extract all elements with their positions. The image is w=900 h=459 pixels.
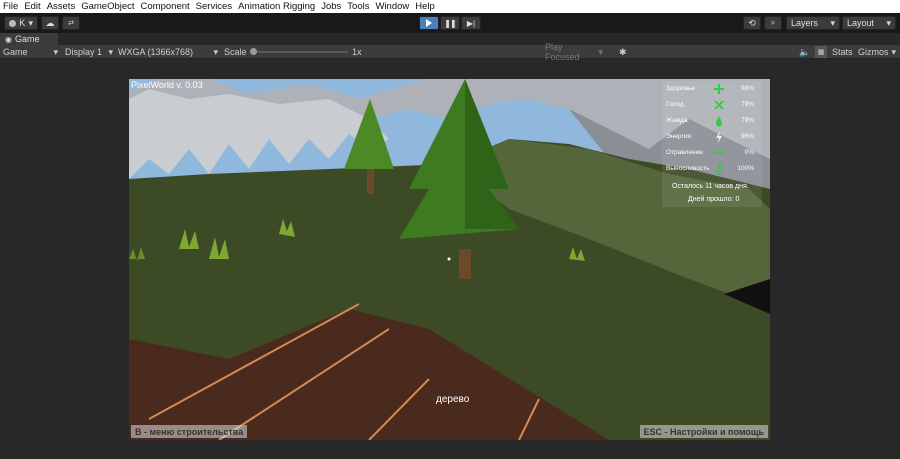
stats-panel: Здоровье 98% Голод 79% Жажда 79% Энергия… — [662, 81, 762, 207]
stat-poison: Отравление 0% — [662, 145, 762, 161]
stat-stamina: Выносливость 100% — [662, 161, 762, 177]
history-button[interactable]: ⟲ — [743, 16, 761, 30]
play-icon — [426, 19, 432, 27]
search-button[interactable]: ⌕ — [764, 16, 782, 30]
menu-component[interactable]: Component — [141, 1, 190, 12]
account-dropdown[interactable]: K ▾ — [4, 16, 38, 30]
grid-icon: ▦ — [817, 49, 825, 56]
account-icon — [9, 19, 16, 27]
menu-edit[interactable]: Edit — [24, 1, 40, 12]
scale-value: 1x — [352, 47, 362, 57]
stat-hunger: Голод 79% — [662, 97, 762, 113]
layout-dropdown[interactable]: Layout ▾ — [842, 16, 896, 30]
game-view-controls: Game ▾ Display 1 ▾ WXGA (1366x768) ▾ Sca… — [0, 42, 900, 62]
pause-icon: ❚❚ — [444, 18, 456, 28]
menu-assets[interactable]: Assets — [47, 1, 76, 12]
search-icon: ⌕ — [770, 18, 776, 27]
menu-help[interactable]: Help — [415, 1, 435, 12]
history-icon: ⟲ — [748, 17, 756, 28]
gizmos-dropdown[interactable]: Gizmos ▾ — [858, 46, 896, 58]
game-version: PixelWorld v. 0.03 — [131, 80, 203, 90]
chevron-down-icon: ▾ — [213, 46, 218, 57]
scale-slider[interactable] — [250, 46, 348, 58]
chevron-down-icon: ▾ — [108, 46, 113, 57]
menu-file[interactable]: File — [3, 1, 18, 12]
stat-health: Здоровье 98% — [662, 81, 762, 97]
display-dropdown[interactable]: Display 1 ▾ — [65, 46, 113, 58]
crossed-utensils-icon — [714, 100, 724, 110]
resolution-dropdown[interactable]: WXGA (1366x768) ▾ — [118, 46, 218, 58]
scale-slider-handle[interactable] — [250, 48, 257, 55]
days-passed: Дней прошло: 0 — [688, 196, 740, 203]
play-button[interactable] — [419, 16, 439, 30]
poison-icon — [713, 151, 725, 155]
grid-toggle[interactable]: ▦ — [815, 46, 827, 58]
layers-dropdown[interactable]: Layers ▾ — [786, 16, 840, 30]
chevron-down-icon: ▾ — [598, 46, 603, 57]
menu-gameobject[interactable]: GameObject — [81, 1, 134, 12]
menu-window[interactable]: Window — [375, 1, 409, 12]
tab-game[interactable]: ◉ Game — [0, 33, 58, 45]
game-viewport[interactable]: PixelWorld v. 0.03 Здоровье 98% Голод 79… — [129, 79, 770, 440]
running-icon — [713, 163, 723, 176]
tab-row: ◉ Game — [0, 33, 900, 45]
chevron-down-icon: ▾ — [886, 17, 891, 28]
time-left: Осталось 11 часов дня. — [672, 183, 749, 190]
play-focused-dropdown[interactable]: Play Focused ▾ — [545, 42, 603, 62]
collab-icon: ⇄ — [68, 20, 74, 27]
chevron-down-icon: ▾ — [53, 46, 58, 57]
bug-icon[interactable]: ✱ — [619, 46, 627, 58]
cloud-button[interactable]: ☁ — [41, 16, 59, 30]
target-label: дерево — [436, 394, 470, 405]
lightning-icon — [716, 131, 722, 143]
step-icon: ▶| — [466, 18, 476, 28]
stat-thirst: Жажда 79% — [662, 113, 762, 129]
gamepad-icon: ◉ — [5, 34, 12, 44]
main-toolbar: K ▾ ☁ ⇄ ❚❚ ▶| ⟲ ⌕ Layers ▾ Layout ▾ — [0, 13, 900, 33]
scale-label: Scale — [224, 47, 247, 57]
menu-services[interactable]: Services — [196, 1, 232, 12]
build-menu-hint: B - меню строительства — [131, 425, 248, 438]
cloud-icon: ☁ — [45, 17, 55, 28]
menu-tools[interactable]: Tools — [347, 1, 369, 12]
menu-bar: File Edit Assets GameObject Component Se… — [0, 0, 900, 13]
esc-help-hint: ESC - Настройки и помощь — [639, 425, 768, 438]
stats-button[interactable]: Stats — [832, 46, 853, 58]
chevron-down-icon: ▾ — [830, 17, 835, 28]
menu-jobs[interactable]: Jobs — [321, 1, 341, 12]
drop-icon — [716, 116, 722, 127]
plus-icon — [714, 84, 724, 94]
chevron-down-icon: ▾ — [28, 17, 33, 28]
audio-icon[interactable]: 🔈 — [799, 46, 810, 58]
step-button[interactable]: ▶| — [461, 16, 481, 30]
collab-button[interactable]: ⇄ — [62, 16, 80, 30]
pause-button[interactable]: ❚❚ — [440, 16, 460, 30]
stat-energy: Энергия 96% — [662, 129, 762, 145]
mode-dropdown[interactable]: Game ▾ — [3, 46, 58, 58]
menu-animation-rigging[interactable]: Animation Rigging — [238, 1, 315, 12]
chevron-down-icon: ▾ — [891, 46, 896, 57]
